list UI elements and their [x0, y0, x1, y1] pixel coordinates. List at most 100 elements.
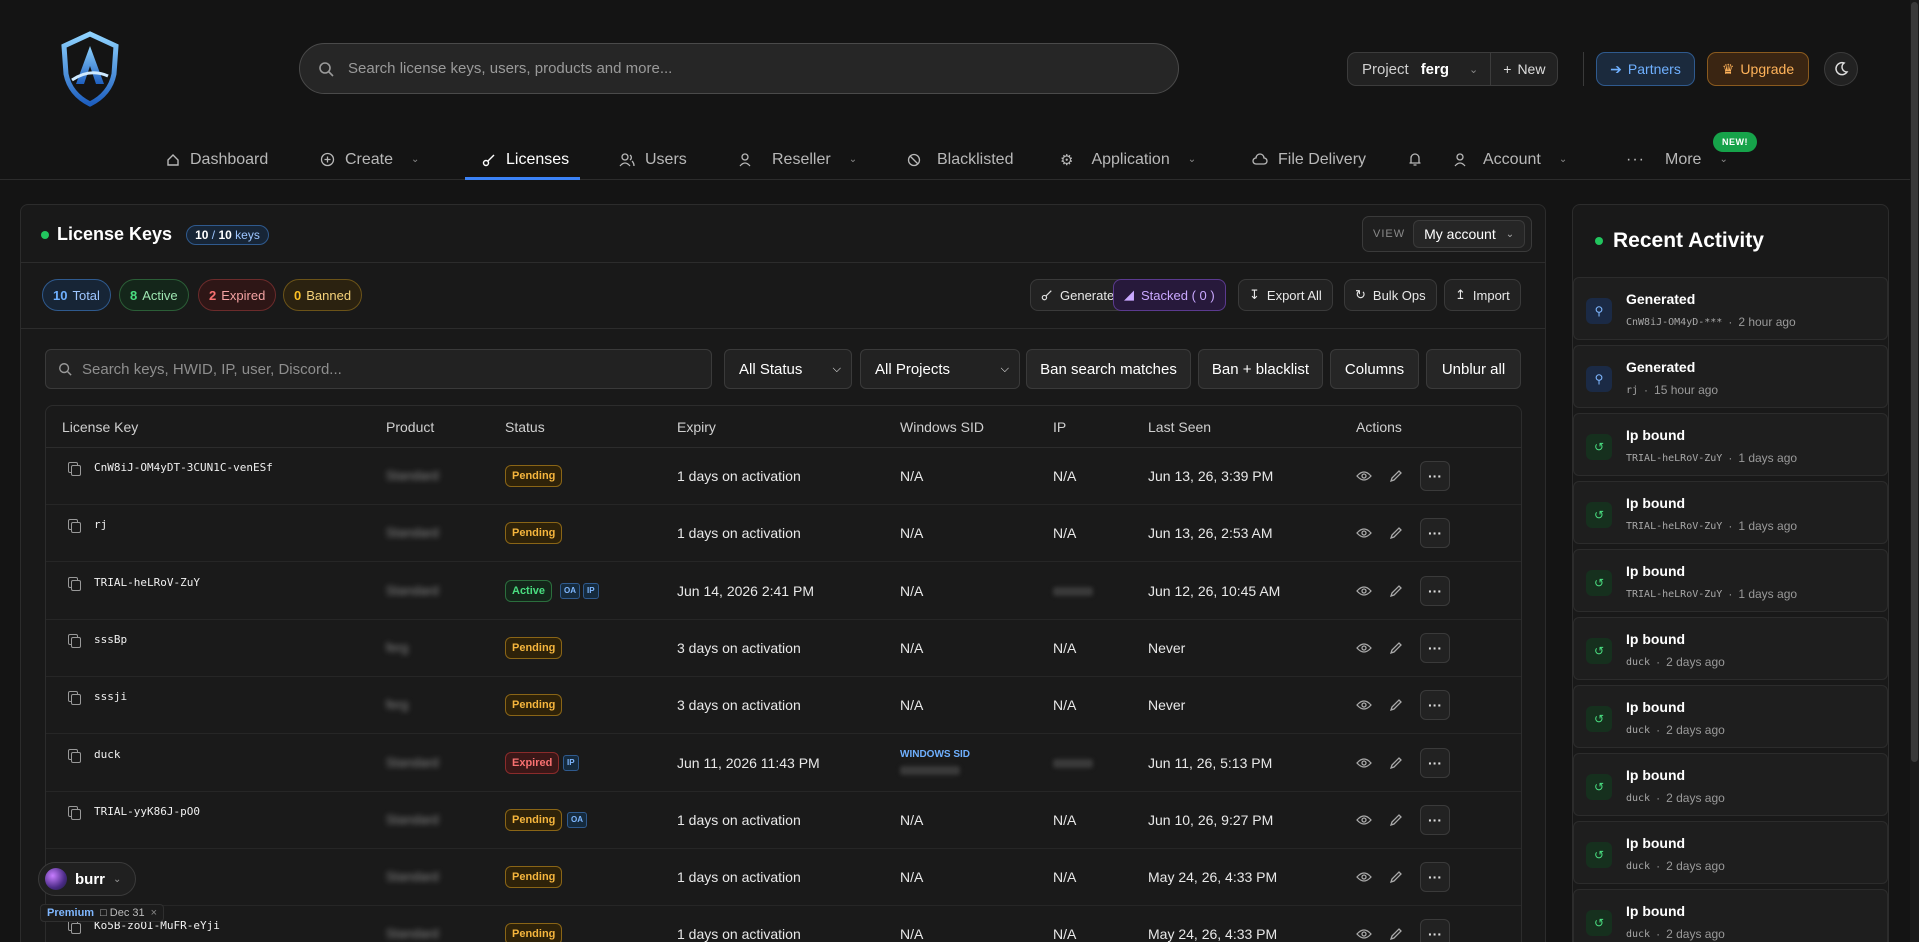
activity-item[interactable]: ↺ Ip bound duck · 2 days ago	[1573, 617, 1888, 680]
activity-item[interactable]: ↺ Ip bound duck · 2 days ago	[1573, 889, 1888, 942]
table-row[interactable]: rj Standard Pending 1 days on activation N/A…	[46, 505, 1521, 563]
license-key[interactable]: sssji	[94, 690, 127, 703]
edit-icon[interactable]	[1389, 641, 1403, 655]
edit-icon[interactable]	[1389, 870, 1403, 884]
nav-notifications[interactable]	[1408, 140, 1422, 179]
nav-more[interactable]: ··· More ⌄	[1626, 140, 1728, 179]
more-actions-button[interactable]: ···	[1420, 919, 1450, 942]
ban-search-matches-button[interactable]: Ban search matches	[1026, 349, 1191, 389]
edit-icon[interactable]	[1389, 813, 1403, 827]
nav-reseller[interactable]: Reseller ⌄	[738, 140, 857, 179]
copy-icon[interactable]	[68, 920, 81, 935]
table-row[interactable]: Standard Pending 1 days on activation N/A N/…	[46, 849, 1521, 907]
table-row[interactable]: duck Standard Expired IP Jun 11, 2026 11:43 …	[46, 735, 1521, 792]
partners-button[interactable]: ➔ Partners	[1596, 52, 1695, 86]
copy-icon[interactable]	[68, 748, 81, 763]
nav-users[interactable]: Users	[619, 140, 687, 179]
eye-icon[interactable]	[1356, 814, 1372, 826]
windows-sid-value-blurred[interactable]	[900, 765, 960, 775]
nav-file-delivery[interactable]: File Delivery	[1252, 140, 1366, 179]
edit-icon[interactable]	[1389, 584, 1403, 598]
activity-item[interactable]: ⚲ Generated rj · 15 hour ago	[1573, 345, 1888, 408]
app-logo[interactable]	[58, 28, 122, 108]
eye-icon[interactable]	[1356, 871, 1372, 883]
activity-item[interactable]: ↺ Ip bound duck · 2 days ago	[1573, 821, 1888, 884]
global-search-input[interactable]: Search license keys, users, products and…	[299, 43, 1179, 94]
more-actions-button[interactable]: ···	[1420, 518, 1450, 549]
activity-item[interactable]: ⚲ Generated CnW8iJ-OM4yD-*** · 2 hour ago	[1573, 277, 1888, 340]
table-row[interactable]: sssBp ferg Pending 3 days on activation N/A N…	[46, 620, 1521, 677]
copy-icon[interactable]	[68, 519, 81, 534]
copy-icon[interactable]	[68, 576, 81, 591]
upgrade-button[interactable]: ♛ Upgrade	[1707, 52, 1809, 86]
edit-icon[interactable]	[1389, 927, 1403, 941]
column-header[interactable]: Last Seen	[1148, 419, 1211, 435]
ip-blurred[interactable]	[1053, 758, 1093, 768]
copy-icon[interactable]	[68, 805, 81, 820]
more-actions-button[interactable]: ···	[1420, 747, 1450, 778]
project-selector[interactable]: Project ferg ⌄ + New	[1347, 52, 1559, 86]
columns-button[interactable]: Columns	[1330, 349, 1419, 389]
unblur-all-button[interactable]: Unblur all	[1426, 349, 1521, 389]
nav-create[interactable]: Create ⌄	[320, 140, 419, 179]
table-row[interactable]: sssji ferg Pending 3 days on activation N/A N…	[46, 677, 1521, 735]
license-key[interactable]: CnW8iJ-OM4yDT-3CUN1C-venESf	[94, 461, 273, 474]
license-key[interactable]: duck	[94, 748, 121, 761]
nav-dashboard[interactable]: Dashboard	[166, 140, 268, 179]
nav-application[interactable]: ⚙ Application ⌄	[1060, 140, 1196, 179]
license-search-input[interactable]: Search keys, HWID, IP, user, Discord...	[45, 349, 712, 389]
copy-icon[interactable]	[68, 633, 81, 648]
eye-icon[interactable]	[1356, 757, 1372, 769]
column-header[interactable]: IP	[1053, 419, 1066, 435]
eye-icon[interactable]	[1356, 642, 1372, 654]
activity-item[interactable]: ↺ Ip bound TRIAL-heLRoV-ZuY · 1 days ago	[1573, 549, 1888, 612]
more-actions-button[interactable]: ···	[1420, 690, 1450, 721]
chevron-down-icon[interactable]: ⌄	[1469, 63, 1490, 76]
license-key[interactable]: TRIAL-yyK86J-pO0	[94, 805, 200, 818]
table-row[interactable]: TRIAL-yyK86J-pO0 Standard Pending OA 1 days …	[46, 792, 1521, 849]
eye-icon[interactable]	[1356, 928, 1372, 940]
expired-filter-pill[interactable]: 2 Expired	[198, 279, 277, 311]
column-header[interactable]: License Key	[62, 419, 138, 435]
license-key[interactable]: rj	[94, 518, 107, 531]
more-actions-button[interactable]: ···	[1420, 804, 1450, 835]
activity-item[interactable]: ↺ Ip bound duck · 2 days ago	[1573, 685, 1888, 748]
activity-item[interactable]: ↺ Ip bound duck · 2 days ago	[1573, 753, 1888, 816]
copy-icon[interactable]	[68, 691, 81, 706]
user-menu-button[interactable]: burr ⌄	[38, 862, 136, 896]
projects-select[interactable]: All Projects ⌵	[860, 349, 1020, 389]
more-actions-button[interactable]: ···	[1420, 575, 1450, 606]
activity-item[interactable]: ↺ Ip bound TRIAL-heLRoV-ZuY · 1 days ago	[1573, 413, 1888, 476]
more-actions-button[interactable]: ···	[1420, 632, 1450, 663]
page-scrollbar[interactable]	[1910, 0, 1919, 942]
eye-icon[interactable]	[1356, 585, 1372, 597]
license-key[interactable]: TRIAL-heLRoV-ZuY	[94, 576, 200, 589]
new-project-button[interactable]: + New	[1490, 53, 1557, 85]
table-row[interactable]: CnW8iJ-OM4yDT-3CUN1C-venESf Standard Pendi…	[46, 448, 1521, 505]
table-row[interactable]: TRIAL-heLRoV-ZuY Standard Active OA IP Jun 14…	[46, 563, 1521, 620]
nav-blacklisted[interactable]: Blacklisted	[907, 140, 1013, 179]
view-dropdown[interactable]: My account ⌄	[1413, 220, 1526, 248]
edit-icon[interactable]	[1389, 698, 1403, 712]
project-value[interactable]: ferg	[1421, 61, 1469, 78]
column-header[interactable]: Expiry	[677, 419, 716, 435]
ban-blacklist-button[interactable]: Ban + blacklist	[1198, 349, 1323, 389]
total-filter-pill[interactable]: 10 Total	[42, 279, 111, 311]
scrollbar-thumb[interactable]	[1911, 2, 1918, 762]
theme-toggle-button[interactable]	[1824, 52, 1858, 86]
more-actions-button[interactable]: ···	[1420, 461, 1450, 491]
eye-icon[interactable]	[1356, 470, 1372, 482]
close-icon[interactable]: ×	[151, 907, 157, 919]
status-select[interactable]: All Status ⌵	[724, 349, 852, 389]
column-header[interactable]: Status	[505, 419, 545, 435]
eye-icon[interactable]	[1356, 699, 1372, 711]
column-header[interactable]: Windows SID	[900, 419, 984, 435]
more-actions-button[interactable]: ···	[1420, 862, 1450, 893]
copy-icon[interactable]	[68, 462, 81, 476]
active-filter-pill[interactable]: 8 Active	[119, 279, 189, 311]
eye-icon[interactable]	[1356, 527, 1372, 539]
stacked-button[interactable]: ◢ Stacked ( 0 )	[1113, 279, 1226, 311]
license-key[interactable]: sssBp	[94, 633, 127, 646]
bulk-ops-button[interactable]: ↻ Bulk Ops	[1344, 279, 1437, 311]
ip-blurred[interactable]	[1053, 586, 1093, 596]
